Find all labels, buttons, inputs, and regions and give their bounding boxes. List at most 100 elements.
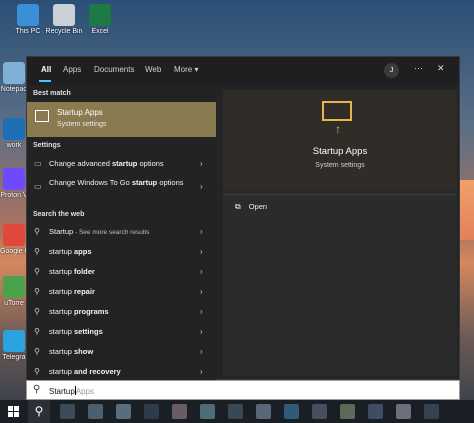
taskbar-app-icon[interactable]: [88, 404, 103, 419]
settings-item-bold: startup: [131, 178, 158, 187]
desktop-icon[interactable]: Telegra: [0, 330, 28, 361]
filter-bar: All Apps Documents Web More ▾ J ··· ✕: [27, 57, 459, 85]
web-result-item[interactable]: ⚲ startup and recovery ›: [27, 363, 216, 381]
search-icon: ⚲: [33, 384, 41, 395]
desktop-icon-label: Excel: [91, 28, 109, 35]
tab-more[interactable]: More ▾: [174, 65, 198, 74]
desktop-icon[interactable]: Recycle Bin: [44, 4, 84, 35]
web-result-text: Startup: [49, 227, 74, 236]
chevron-right-icon: ›: [200, 327, 203, 336]
arrow-up-icon: ↑: [335, 122, 341, 136]
desktop-icon-label: Recycle Bin: [45, 28, 83, 35]
desktop-icon[interactable]: This PC: [8, 4, 48, 35]
taskbar-app-icon[interactable]: [396, 404, 411, 419]
settings-icon: ▭: [34, 182, 42, 191]
settings-heading: Settings: [33, 142, 61, 149]
taskbar-app-icon[interactable]: [172, 404, 187, 419]
desktop-icon[interactable]: Proton V: [0, 168, 28, 199]
settings-item-text-end: options: [137, 159, 164, 168]
tab-documents[interactable]: Documents: [94, 65, 134, 74]
chevron-right-icon: ›: [200, 227, 203, 236]
web-result-item[interactable]: ⚲ startup apps ›: [27, 243, 216, 261]
tab-web[interactable]: Web: [145, 65, 161, 74]
chevron-right-icon: ›: [200, 347, 203, 356]
taskbar-app-icon[interactable]: [256, 404, 271, 419]
web-result-bold: show: [74, 347, 94, 356]
app-icon: [3, 168, 25, 190]
web-result-bold: programs: [74, 307, 109, 316]
tab-all[interactable]: All: [41, 65, 51, 74]
open-action[interactable]: ⧉ Open: [235, 202, 267, 212]
desktop-icon[interactable]: Google Chrom: [0, 224, 28, 255]
close-icon[interactable]: ✕: [437, 63, 445, 74]
avatar[interactable]: J: [384, 63, 399, 78]
web-result-bold: apps: [74, 247, 92, 256]
settings-item-bold: startup: [111, 159, 138, 168]
chevron-right-icon: ›: [200, 307, 203, 316]
search-typed-text: Startup: [49, 387, 75, 396]
open-label: Open: [248, 202, 268, 211]
taskbar-app-icon[interactable]: [228, 404, 243, 419]
web-result-item[interactable]: ⚲ startup folder ›: [27, 263, 216, 281]
app-icon: [89, 4, 111, 26]
desktop-icon[interactable]: Excel: [80, 4, 120, 35]
best-match-subtitle: System settings: [57, 121, 107, 128]
search-icon: ⚲: [34, 367, 40, 376]
web-result-item[interactable]: ⚲ startup show ›: [27, 343, 216, 361]
preview-pane: ↑ Startup Apps System settings ⧉ Open: [223, 90, 457, 376]
startup-apps-large-icon: [322, 101, 352, 121]
desktop-icon-label: uTorre: [4, 300, 24, 307]
app-icon: [3, 276, 25, 298]
web-result-item[interactable]: ⚲ startup programs ›: [27, 303, 216, 321]
settings-item[interactable]: ▭ Change Windows To Go startup options ›: [27, 175, 216, 201]
desktop-icon-label: Proton V: [0, 192, 28, 199]
tab-apps[interactable]: Apps: [63, 65, 81, 74]
desktop-icon-label: work: [6, 142, 22, 149]
search-autocomplete: Apps: [75, 387, 95, 396]
taskbar-app-icon[interactable]: [144, 404, 159, 419]
settings-item-text-end: options: [157, 178, 184, 187]
taskbar-app-icon[interactable]: [116, 404, 131, 419]
results-list: Best match Startup Apps System settings …: [27, 85, 216, 381]
start-search-panel: All Apps Documents Web More ▾ J ··· ✕ Be…: [26, 56, 460, 381]
settings-item-text: Change Windows To Go: [49, 178, 132, 187]
desktop-icon[interactable]: Notepad: [0, 62, 28, 93]
web-result-bold: settings: [74, 327, 103, 336]
best-match-item[interactable]: Startup Apps System settings: [27, 102, 216, 137]
app-icon: [17, 4, 39, 26]
taskbar-app-icon[interactable]: [424, 404, 439, 419]
web-result-text: startup: [49, 287, 75, 296]
web-result-item[interactable]: ⚲ Startup - See more search results ›: [27, 223, 216, 241]
taskbar-app-icon[interactable]: [340, 404, 355, 419]
open-icon: ⧉: [235, 202, 241, 211]
search-icon: ⚲: [34, 247, 40, 256]
desktop-icon[interactable]: work: [0, 118, 28, 149]
taskbar-app-icon[interactable]: [284, 404, 299, 419]
web-result-bold: and recovery: [74, 367, 121, 376]
taskbar-app-icon[interactable]: [312, 404, 327, 419]
active-tab-indicator: [39, 80, 51, 82]
web-result-item[interactable]: ⚲ startup repair ›: [27, 283, 216, 301]
app-icon: [53, 4, 75, 26]
taskbar: ⚲: [0, 400, 474, 423]
taskbar-app-icon[interactable]: [200, 404, 215, 419]
chevron-right-icon: ›: [200, 267, 203, 276]
search-icon: ⚲: [34, 287, 40, 296]
more-options-icon[interactable]: ···: [414, 63, 423, 73]
preview-title: Startup Apps: [312, 146, 368, 157]
web-result-item[interactable]: ⚲ startup settings ›: [27, 323, 216, 341]
settings-item[interactable]: ▭ Change advanced startup options ›: [27, 155, 216, 173]
app-icon: [3, 330, 25, 352]
windows-start-icon[interactable]: [8, 406, 19, 417]
desktop-icon-label: Notepad: [0, 86, 28, 93]
desktop-icon[interactable]: uTorre: [0, 276, 28, 307]
taskbar-search-icon[interactable]: ⚲: [28, 400, 50, 423]
search-input[interactable]: ⚲ StartupApps: [26, 380, 460, 400]
web-result-text: startup: [49, 307, 75, 316]
taskbar-app-icon[interactable]: [60, 404, 75, 419]
app-icon: [3, 224, 25, 246]
search-web-heading: Search the web: [33, 211, 85, 218]
settings-icon: ▭: [34, 159, 42, 168]
taskbar-app-icon[interactable]: [368, 404, 383, 419]
desktop-icon-label: Telegra: [2, 354, 26, 361]
